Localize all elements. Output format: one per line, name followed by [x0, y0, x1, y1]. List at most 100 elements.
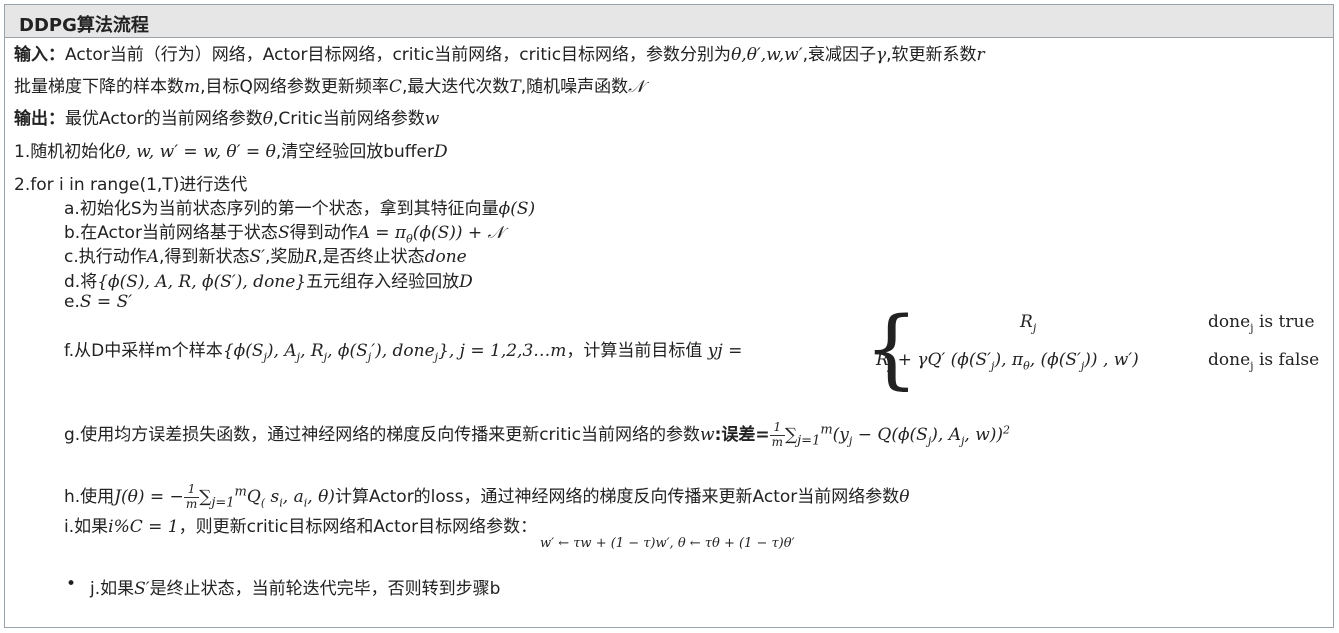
input-text: Actor当前（行为）网络，Actor目标网络，critic当前网络，criti…: [65, 45, 732, 65]
cases-brace: {: [864, 299, 919, 399]
step-g-text-2: :误差=: [714, 425, 770, 445]
case2-r: R: [876, 350, 889, 370]
step-f-math-rest5: }, j = 1,2,3…m: [438, 341, 567, 361]
step1-text-2: ,清空经验回放buffer: [275, 142, 434, 162]
step-b-math-2: (ϕ(S)) + 𝒩: [412, 223, 504, 243]
step-g: g.使用均方误差损失函数，通过神经网络的梯度反向传播来更新critic当前网络的…: [64, 420, 1010, 449]
step-c: c.执行动作A,得到新状态S′,奖励R,是否终止状态done: [64, 242, 467, 267]
step-h-fraction: 1m: [183, 483, 200, 510]
step-f-text-2: ，计算当前目标值: [566, 341, 703, 361]
step-j-text: j.如果: [90, 579, 135, 599]
step-f-math-rest2: , R: [300, 341, 324, 361]
sum-symbol: ∑: [199, 487, 212, 507]
step1-text: 1.随机初始化: [14, 142, 116, 162]
step-j-text-2: 是终止状态，当前轮迭代完毕，否则转到步骤b: [149, 579, 501, 599]
step-f: f.从D中采样m个样本{ϕ(Sj), Aj, Rj, ϕ(Sj′), donej…: [64, 336, 742, 363]
step-b-text-2: 得到动作: [289, 223, 358, 243]
step-h-text-2: 计算Actor的loss，通过神经网络的梯度反向传播来更新Actor当前网络参数: [334, 487, 900, 507]
step-g-fraction: 1m: [769, 421, 785, 449]
r-symbol: r: [976, 45, 985, 65]
n-symbol: 𝒩: [628, 77, 645, 97]
step-2: 2.for i in range(1,T)进行迭代: [14, 175, 248, 195]
gamma-symbol: γ: [875, 45, 887, 65]
step-h-expr: Q: [246, 487, 261, 507]
case2-done: done: [1208, 350, 1251, 370]
case2-rest4: )) , w′): [1084, 350, 1139, 370]
step-e-text: e.: [64, 292, 80, 312]
step-f-math-rest3: , ϕ(S: [327, 341, 368, 361]
frac-numerator: 1: [769, 421, 785, 436]
step-g-text: g.使用均方误差损失函数，通过神经网络的梯度反向传播来更新critic当前网络的…: [64, 425, 700, 445]
case2-rest: + γQ′ (ϕ(S′: [892, 350, 992, 370]
output-line: 输出：最优Actor的当前网络参数θ,Critic当前网络参数w: [14, 104, 439, 129]
step-c-text: c.执行动作: [64, 247, 147, 267]
soft-update-formula: w′ ← τw + (1 − τ)w′, θ ← τθ + (1 − τ)θ′: [540, 536, 795, 551]
input-text-2: ,衰减因子: [802, 45, 876, 65]
case1-expr: Rj: [1020, 312, 1036, 334]
output-label: 输出：: [14, 109, 65, 129]
input-text-3: ,软更新系数: [886, 45, 977, 65]
t-symbol: T: [509, 77, 521, 97]
step-e: e.S = S′: [64, 292, 132, 312]
step-h-text: h.使用: [64, 487, 115, 507]
step-d-math: {ϕ(S), A, R, ϕ(S′), done}: [97, 272, 307, 292]
case1-done: done: [1208, 312, 1251, 332]
step-c-s2: S′: [249, 247, 265, 267]
step-e-math: S = S′: [79, 292, 133, 312]
yj-symbol: yj =: [707, 341, 743, 361]
input-params: θ,θ′,w,w′: [731, 45, 803, 65]
step-h-expr-rest2: , a: [282, 487, 304, 507]
step-c-a: A: [146, 247, 160, 267]
power-2: 2: [1003, 423, 1011, 437]
step-g-expr: (y: [832, 425, 849, 445]
step-i-text-2: ，则更新critic目标网络和Actor目标网络参数：: [178, 517, 538, 537]
step-i-text: i.如果: [64, 517, 109, 537]
step-c-text-2: ,得到新状态: [159, 247, 250, 267]
step-h: h.使用J(θ) = −1 m ∑j=1mQ( si, ai, θ)计算Actor的…: [64, 482, 910, 511]
step-h-theta: θ: [899, 487, 910, 507]
step-a-text: a.初始化S为当前状态序列的第一个状态，拿到其特征向量: [64, 199, 499, 219]
sum-sup: m: [820, 422, 833, 438]
sub-j: j: [1032, 321, 1037, 335]
step-f-text: f.从D中采样m个样本: [64, 341, 223, 361]
w-symbol: w: [424, 109, 440, 129]
step-i: i.如果i%C = 1，则更新critic目标网络和Actor目标网络参数：: [64, 512, 537, 537]
input-line2-d: ,随机噪声函数: [520, 77, 629, 97]
step-d-text: d.将: [64, 272, 98, 292]
step-c-text-3: ,奖励: [264, 247, 305, 267]
step-g-expr-rest3: , w)): [964, 425, 1004, 445]
step-b-math: A = π: [357, 223, 407, 243]
step-f-math: {ϕ(S: [222, 341, 264, 361]
input-line2-a: 批量梯度下降的样本数: [14, 77, 184, 97]
output-text-2: ,Critic当前网络参数: [272, 109, 425, 129]
step-b-text: b.在Actor当前网络基于状态: [64, 223, 278, 243]
step-h-expr-rest: s: [265, 487, 280, 507]
sum-sub: j=1: [211, 495, 235, 511]
step-c-text-4: ,是否终止状态: [317, 247, 425, 267]
step-d: d.将{ϕ(S), A, R, ϕ(S′), done}五元组存入经验回放D: [64, 267, 473, 292]
step-g-expr-rest2: ), A: [931, 425, 961, 445]
sum-sub: j=1: [797, 433, 821, 449]
step-g-expr-rest: − Q(ϕ(S: [852, 425, 928, 445]
step-j-s: S′: [134, 579, 150, 599]
step-c-done: done: [424, 247, 467, 267]
d-symbol: D: [433, 142, 448, 162]
step1-math: θ, w, w′ = w, θ′ = θ: [115, 142, 276, 162]
case2-condition: donej is false: [1208, 350, 1319, 372]
case2-rest3: , (ϕ(S′: [1029, 350, 1081, 370]
input-line2-b: ,目标Q网络参数更新频率: [200, 77, 389, 97]
step-f-math-rest4: ′), done: [371, 341, 435, 361]
step-a: a.初始化S为当前状态序列的第一个状态，拿到其特征向量ϕ(S): [64, 194, 535, 219]
frac-denominator: m: [771, 434, 783, 449]
step-g-w: w: [700, 425, 715, 445]
case2-expr: Rj + γQ′ (ϕ(S′j), πθ, (ϕ(S′j)) , w′): [876, 350, 1139, 372]
step-h-expr-rest3: , θ): [307, 487, 335, 507]
step-b-s: S: [277, 223, 290, 243]
step-d-text-2: 五元组存入经验回放: [306, 272, 460, 292]
case1-condition: donej is true: [1208, 312, 1315, 334]
input-line-1: 输入：Actor当前（行为）网络，Actor目标网络，critic当前网络，cr…: [14, 40, 985, 65]
frac-numerator: 1: [183, 483, 200, 498]
case2-cond-rest: is false: [1253, 350, 1320, 370]
step-h-math: J(θ) = −: [114, 487, 184, 507]
sum-sup: m: [234, 484, 247, 500]
